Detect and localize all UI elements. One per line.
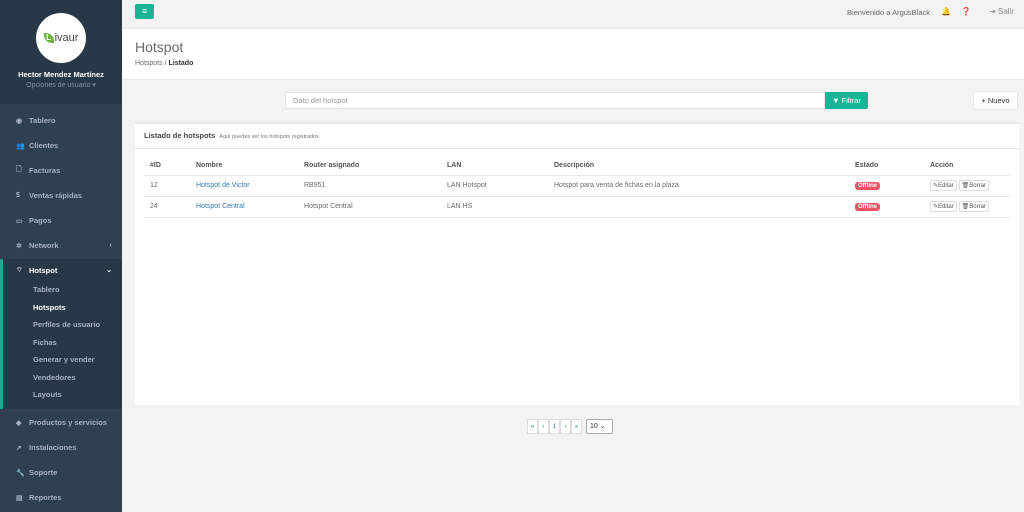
dollar-icon: $ (16, 192, 20, 199)
page-heading: Hotspot Hotspots / Listado (122, 29, 1024, 80)
rocket-icon: ➚ (16, 444, 22, 452)
breadcrumb-parent[interactable]: Hotspots (135, 60, 163, 67)
hamburger-icon: ≡ (141, 6, 148, 16)
nav-clientes[interactable]: 👥 Clientes (0, 133, 122, 158)
wrench-icon: 🔧 (16, 469, 25, 477)
sub-item-vendedores[interactable]: Vendedores (3, 369, 122, 387)
nav-reportes[interactable]: ▤ Reportes (0, 485, 122, 510)
table-header: #ID Nombre Router asignado LAN Descripci… (144, 157, 1010, 176)
status-badge: Offline (855, 203, 880, 211)
sub-item-hotspots[interactable]: Hotspots (3, 299, 122, 317)
edit-button[interactable]: ✎Editar (930, 201, 957, 212)
profile-block: Livaur Hector Mendez Martínez Opciones d… (0, 0, 122, 104)
chevron-down-icon: ⌄ (106, 267, 112, 274)
brand-logo: Livaur (36, 13, 86, 63)
nav-network[interactable]: ✲ Network ‹ (0, 233, 122, 258)
top-bar: ≡ Bienvenido a ArgusBlack 🔔 ❓ ⇥ Salir (122, 0, 1024, 29)
new-button[interactable]: + Nuevo (973, 91, 1018, 110)
filter-icon: ▼ (832, 96, 840, 105)
network-icon: ✲ (16, 242, 22, 250)
hotspot-link[interactable]: Hotspot Central (196, 203, 245, 210)
users-icon: 👥 (16, 142, 25, 150)
sub-item-layouts[interactable]: Layouts (3, 386, 122, 404)
sign-out-icon: ⇥ (989, 7, 998, 16)
page-title: Hotspot (135, 39, 184, 55)
user-options-dropdown[interactable]: Opciones de usuario ▾ (0, 81, 122, 89)
sub-item-generar[interactable]: Generar y vender (3, 351, 122, 369)
edit-button[interactable]: ✎Editar (930, 180, 957, 191)
logout-link[interactable]: ⇥ Salir (989, 7, 1014, 16)
sidebar: Livaur Hector Mendez Martínez Opciones d… (0, 0, 122, 512)
page-size-select[interactable]: 10 ⌄ (586, 419, 613, 434)
welcome-text: Bienvenido a ArgusBlack (847, 8, 930, 17)
hotspot-link[interactable]: Hotspot de Victor (196, 182, 250, 189)
pagination: « ‹ 1 › » 10 ⌄ (527, 419, 613, 434)
nav-instalaciones[interactable]: ➚ Instalaciones (0, 435, 122, 460)
hotspots-table: #ID Nombre Router asignado LAN Descripci… (144, 157, 1010, 218)
nav-hotspot[interactable]: ⌔ Hotspot ⌄ (0, 259, 122, 281)
hotspot-submenu: ⌔ Hotspot ⌄ Tablero Hotspots Perfiles de u… (0, 259, 122, 409)
panel-header: Listado de hotspots Aquí puedes ver los h… (135, 124, 1019, 149)
sub-item-perfiles[interactable]: Perfiles de usuario (3, 316, 122, 334)
page-first-button[interactable]: « (527, 419, 538, 434)
bell-icon[interactable]: 🔔 (941, 7, 951, 16)
nav-tablero[interactable]: ◉ Tablero (0, 108, 122, 133)
page-next-button[interactable]: › (560, 419, 571, 434)
status-badge: Offline (855, 182, 880, 190)
user-name: Hector Mendez Martínez (18, 70, 104, 79)
leaf-icon: L (43, 33, 54, 43)
plus-icon: + (981, 96, 986, 105)
hotspots-panel: Listado de hotspots Aquí puedes ver los h… (135, 122, 1019, 405)
dashboard-icon: ◉ (16, 117, 23, 125)
nav-pagos[interactable]: ▭ Pagos (0, 208, 122, 233)
tag-icon: ◆ (16, 419, 22, 427)
nav-soporte[interactable]: 🔧 Soporte (0, 460, 122, 485)
breadcrumb: Hotspots / Listado (135, 60, 194, 67)
search-input[interactable]: Dato del hotspot (285, 92, 825, 109)
help-icon[interactable]: ❓ (961, 7, 971, 16)
book-icon: ▤ (16, 494, 23, 502)
delete-button[interactable]: 🗑Borrar (958, 201, 989, 212)
card-icon: ▭ (16, 217, 23, 225)
chevron-left-icon: ‹ (109, 242, 112, 249)
filter-button[interactable]: ▼ Filtrar (825, 92, 868, 109)
page-number-button[interactable]: 1 (549, 419, 560, 434)
sub-item-fichas[interactable]: Fichas (3, 334, 122, 352)
wifi-icon: ⌔ (16, 266, 23, 274)
delete-button[interactable]: 🗑Borrar (958, 180, 989, 191)
breadcrumb-current: Listado (168, 60, 194, 67)
nav-productos[interactable]: ◆ Productos y servicios (0, 410, 122, 435)
sub-item-tablero[interactable]: Tablero (3, 281, 122, 299)
file-icon: 🗋 (16, 166, 22, 173)
table-row: 12 Hotspot de Victor RB951 LAN Hotspot H… (144, 175, 1010, 197)
nav-ventas[interactable]: $ Ventas rápidas (0, 183, 122, 208)
nav-facturas[interactable]: 🗋 Facturas (0, 158, 122, 183)
menu-toggle-button[interactable]: ≡ (135, 4, 154, 19)
page-last-button[interactable]: » (571, 419, 582, 434)
page-prev-button[interactable]: ‹ (538, 419, 549, 434)
table-row: 24 Hotspot Central Hotspot Central LAN H… (144, 196, 1010, 218)
panel-subtitle: Aquí puedes ver los hotspots registrados (219, 134, 319, 140)
